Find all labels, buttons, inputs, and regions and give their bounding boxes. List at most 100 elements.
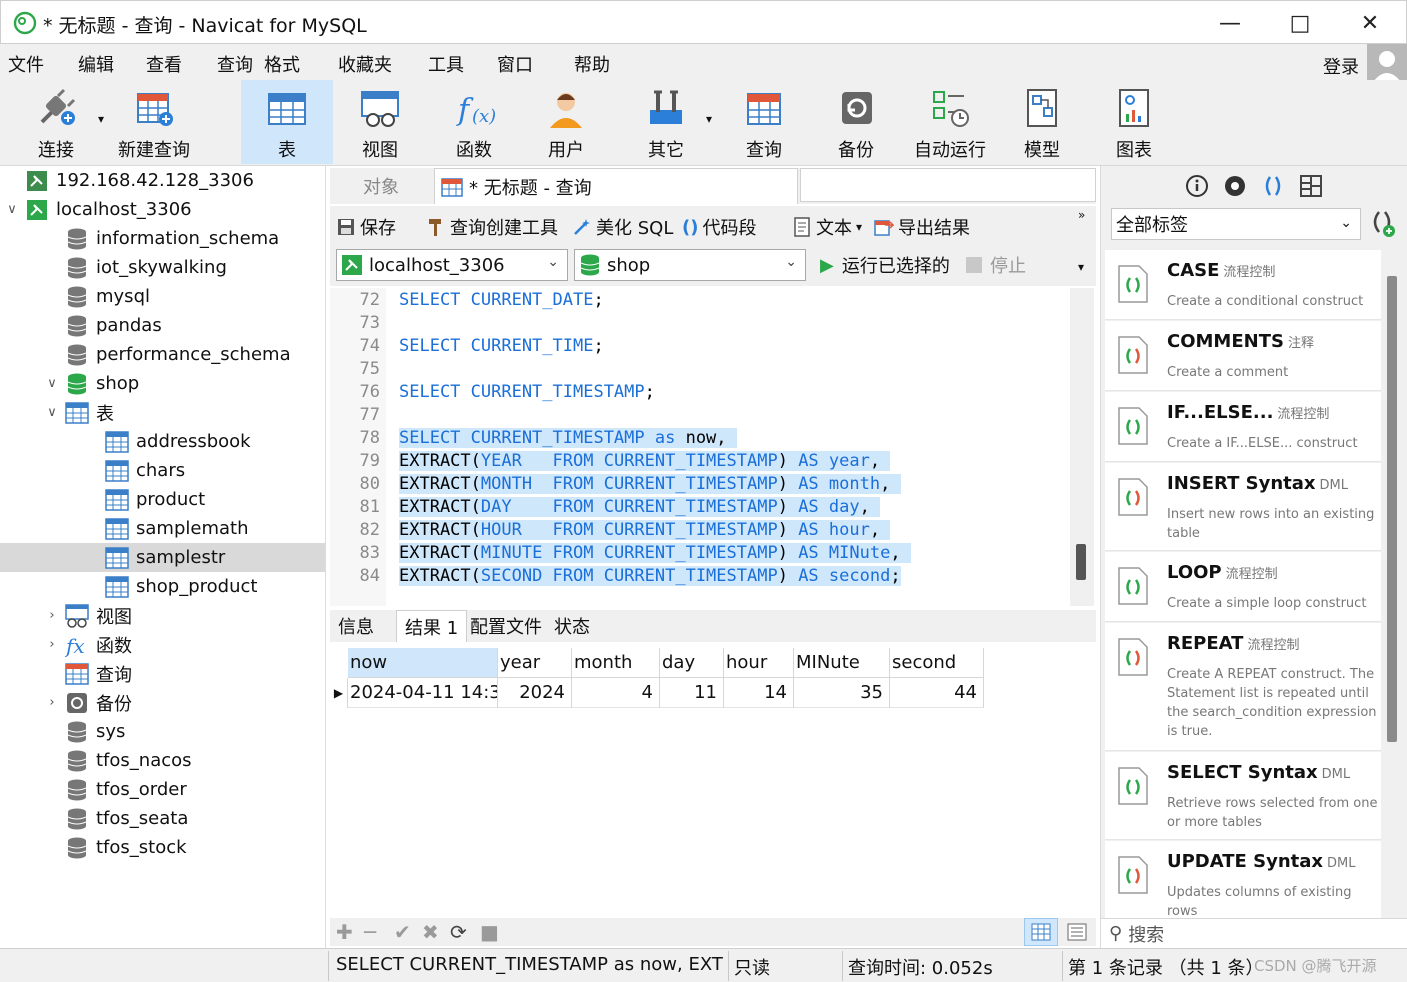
tree-item[interactable]: › 视图 (0, 601, 325, 630)
editor-scrollbar-thumb[interactable] (1076, 544, 1086, 580)
run-selected-button[interactable]: ▶ 运行已选择的 (820, 252, 950, 278)
snippet-item[interactable]: LOOP 流程控制 Create a simple loop construct (1105, 552, 1381, 622)
table-cell[interactable]: 11 (660, 678, 724, 708)
tree-item[interactable]: product (0, 485, 325, 514)
preview-eye-icon[interactable] (1223, 174, 1247, 198)
tree-item[interactable]: mysql (0, 282, 325, 311)
menu-query[interactable]: 查询 (217, 51, 253, 77)
model-button[interactable]: 模型 (1014, 80, 1070, 164)
chart-button[interactable]: 图表 (1106, 80, 1162, 164)
template-grid-icon[interactable] (1299, 174, 1323, 198)
chevron-right-icon[interactable]: › (44, 695, 60, 710)
code-snippet-button[interactable]: () 代码段 (682, 214, 756, 240)
tree-item[interactable]: chars (0, 456, 325, 485)
snippet-item[interactable]: COMMENTS 注释 Create a comment (1105, 321, 1381, 391)
stop-square-icon[interactable]: ■ (480, 920, 499, 944)
column-header[interactable]: now (348, 648, 498, 678)
tab-objects[interactable]: 对象 (330, 168, 432, 204)
close-button[interactable]: ✕ (1347, 7, 1393, 39)
tree-item[interactable]: pandas (0, 311, 325, 340)
grid-view-button[interactable] (1024, 918, 1058, 946)
beautify-sql-button[interactable]: 美化 SQL (572, 214, 673, 240)
tab-info[interactable]: 信息 (330, 610, 382, 642)
view-button[interactable]: 视图 (350, 80, 410, 164)
function-button[interactable]: f (x) 函数 (444, 80, 504, 164)
menu-file[interactable]: 文件 (8, 51, 44, 77)
tag-filter-select[interactable]: 全部标签 ⌄ (1111, 208, 1361, 240)
tree-item[interactable]: samplestr (0, 543, 325, 572)
tree-item[interactable]: tfos_order (0, 775, 325, 804)
menu-view[interactable]: 查看 (146, 51, 182, 77)
tree-item[interactable]: tfos_seata (0, 804, 325, 833)
backup-button[interactable]: 备份 (826, 80, 886, 164)
add-snippet-icon[interactable] (1369, 208, 1397, 238)
tree-item[interactable]: information_schema (0, 224, 325, 253)
tab-status[interactable]: 状态 (546, 610, 598, 642)
column-header[interactable]: hour (724, 648, 794, 678)
chevron-right-icon[interactable]: › (44, 637, 60, 652)
code-snippet-icon[interactable] (1261, 174, 1285, 198)
snippet-item[interactable]: INSERT Syntax DML Insert new rows into an … (1105, 463, 1381, 551)
tree-item[interactable]: tfos_nacos (0, 746, 325, 775)
menu-help[interactable]: 帮助 (574, 51, 610, 77)
snippet-item[interactable]: UPDATE Syntax DML Updates columns of exist… (1105, 841, 1381, 920)
connection-select[interactable]: localhost_3306 ⌄ (336, 249, 568, 281)
info-icon[interactable] (1185, 174, 1209, 198)
chevron-down-icon[interactable]: ∨ (4, 202, 20, 217)
other-button[interactable]: 其它 (636, 80, 696, 164)
tree-item[interactable]: 192.168.42.128_3306 (0, 166, 325, 195)
tree-item[interactable]: › 备份 (0, 688, 325, 717)
table-cell[interactable]: 35 (794, 678, 890, 708)
login-button[interactable]: 登录 (1323, 53, 1359, 79)
tree-item[interactable]: › fx 函数 (0, 630, 325, 659)
query-builder-button[interactable]: 查询创建工具 (426, 214, 558, 240)
menu-favorites[interactable]: 收藏夹 (338, 51, 392, 77)
chevron-down-icon[interactable]: ∨ (44, 405, 60, 420)
snippet-item[interactable]: IF...ELSE... 流程控制 Create a IF...ELSE... co… (1105, 392, 1381, 462)
tree-item[interactable]: performance_schema (0, 340, 325, 369)
stop-button[interactable]: 停止 (966, 252, 1026, 278)
menu-tools[interactable]: 工具 (428, 51, 464, 77)
column-header[interactable]: day (660, 648, 724, 678)
tree-item[interactable]: samplemath (0, 514, 325, 543)
new-query-button[interactable]: 新建查询 (112, 80, 196, 164)
tab-profile[interactable]: 配置文件 (462, 610, 550, 642)
query-button[interactable]: 查询 (734, 80, 794, 164)
export-result-button[interactable]: 导出结果 (874, 214, 970, 240)
avatar[interactable] (1367, 44, 1407, 84)
tree-item[interactable]: addressbook (0, 427, 325, 456)
tree-item[interactable]: ∨ localhost_3306 (0, 195, 325, 224)
column-header[interactable]: year (498, 648, 572, 678)
menu-window[interactable]: 窗口 (497, 51, 533, 77)
table-button[interactable]: 表 (241, 80, 333, 164)
overflow-dropdown-icon[interactable]: ▾ (1078, 260, 1084, 274)
chevron-down-icon[interactable]: ∨ (44, 376, 60, 391)
connect-dropdown-icon[interactable]: ▾ (98, 112, 104, 126)
table-cell[interactable]: 4 (572, 678, 660, 708)
save-button[interactable]: 保存 (336, 214, 396, 240)
chevron-right-icon[interactable]: › (44, 608, 60, 623)
minimize-button[interactable]: — (1207, 7, 1253, 39)
snippet-item[interactable]: CASE 流程控制 Create a conditional construct (1105, 250, 1381, 320)
apply-check-icon[interactable]: ✔ (394, 920, 411, 944)
table-cell[interactable]: 14 (724, 678, 794, 708)
tree-item[interactable]: shop_product (0, 572, 325, 601)
discard-x-icon[interactable]: ✖ (422, 920, 439, 944)
column-header[interactable]: second (890, 648, 984, 678)
user-button[interactable]: 用户 (538, 80, 594, 164)
tab-result-1[interactable]: 结果 1 (396, 610, 468, 642)
maximize-button[interactable]: □ (1277, 7, 1323, 39)
tree-item[interactable]: iot_skywalking (0, 253, 325, 282)
menu-edit[interactable]: 编辑 (78, 51, 114, 77)
editor-scrollbar[interactable] (1070, 288, 1094, 606)
form-view-button[interactable] (1062, 918, 1092, 946)
tree-item[interactable]: sys (0, 717, 325, 746)
connect-button[interactable]: 连接 (22, 80, 90, 164)
snippet-item[interactable]: SELECT Syntax DML Retrieve rows selected f… (1105, 752, 1381, 840)
snippet-search[interactable]: ⚲ 搜索 (1101, 918, 1407, 948)
table-cell[interactable]: 2024-04-11 14:3 (348, 678, 498, 708)
column-header[interactable]: MINute (794, 648, 890, 678)
tree-item[interactable]: ∨ shop (0, 369, 325, 398)
overflow-chevron-icon[interactable]: » (1078, 208, 1085, 222)
table-cell[interactable]: 44 (890, 678, 984, 708)
